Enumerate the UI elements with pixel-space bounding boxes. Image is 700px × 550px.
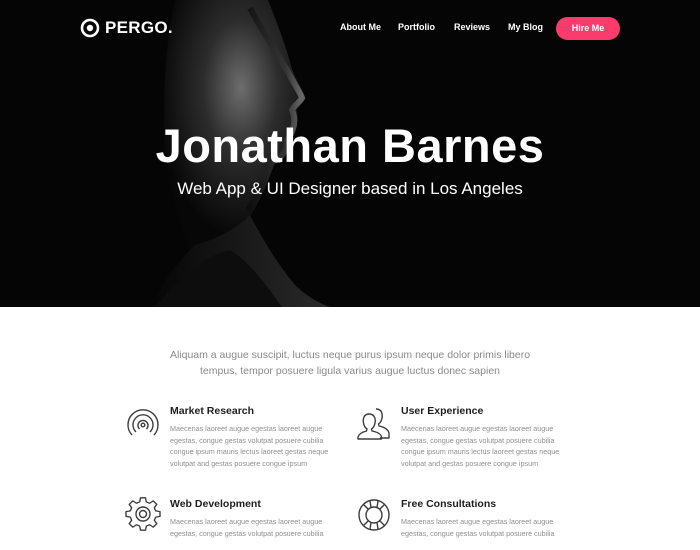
nav-my-blog[interactable]: My Blog (508, 22, 543, 32)
feature-line: Maecenas laoreet augue egestas laoreet a… (401, 517, 554, 526)
feature-line: egestas, congue gestas volutpat posuere … (401, 528, 555, 538)
intro-line-1: Aliquam a augue suscipit, luctus neque p… (169, 349, 531, 361)
lifebuoy-icon (358, 499, 390, 531)
feature-description: Maecenas laoreet augue egestas laoreet a… (401, 516, 573, 539)
feature-title: Free Consultations (401, 498, 497, 510)
hero-title: Jonathan Barnes (155, 119, 545, 172)
feature-description: Maecenas laoreet augue egestas laoreet a… (170, 423, 342, 469)
feature-line: egestas, congue gestas volutpat posuere … (170, 528, 324, 538)
feature-line: Maecenas laoreet augue egestas laoreet a… (401, 424, 554, 433)
hire-me-button[interactable]: Hire Me (556, 17, 620, 40)
feature-line: Maecenas laoreet augue egestas laoreet a… (170, 424, 323, 433)
feature-title: Market Research (170, 405, 255, 417)
feature-line: volutpat and gestas posuere congue ipsum (170, 458, 308, 468)
intro-text: Aliquam a augue suscipit, luctus neque p… (160, 347, 540, 379)
feature-description: Maecenas laoreet augue egestas laoreet a… (170, 516, 342, 539)
feature-line: volutpat and gestas posuere congue ipsum (401, 458, 539, 468)
feature-title: User Experience (401, 405, 484, 417)
feature-description: Maecenas laoreet augue egestas laoreet a… (401, 423, 573, 469)
feature-line: egestas, congue gestas volutpat posuere … (170, 435, 324, 445)
feature-title: Web Development (170, 498, 261, 510)
hero-section: PERGO. About Me Portfolio Reviews My Blo… (0, 0, 700, 307)
feature-line: egestas, congue gestas volutpat posuere … (401, 435, 555, 445)
feature-line: congue ipsum mauris lectus laoreet gesta… (401, 447, 560, 456)
feature-line: Maecenas laoreet augue egestas laoreet a… (170, 517, 323, 526)
feature-line: congue ipsum mauris lectus laoreet gesta… (170, 447, 329, 456)
nav-reviews[interactable]: Reviews (454, 22, 490, 32)
hero-subtitle: Web App & UI Designer based in Los Angel… (177, 179, 523, 198)
target-icon (127, 409, 159, 436)
nav-portfolio[interactable]: Portfolio (398, 22, 435, 32)
users-icon (357, 408, 390, 440)
intro-line-2: tempus, tempor posuere ligula varius aug… (199, 365, 500, 377)
nav-about-me[interactable]: About Me (340, 22, 381, 32)
gear-icon (125, 497, 161, 531)
